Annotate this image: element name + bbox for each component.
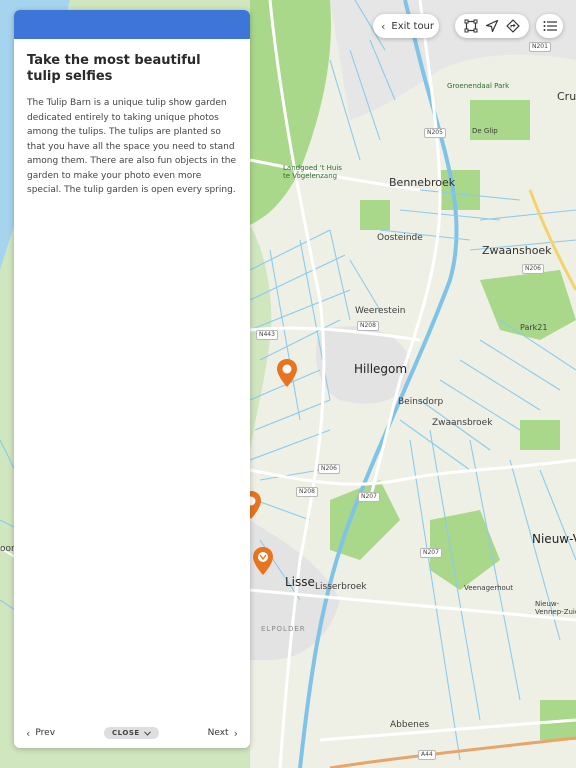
map-tools-group — [455, 14, 529, 38]
panel-header — [14, 10, 250, 39]
next-button[interactable]: Next › — [208, 727, 238, 740]
park-label: Park21 — [520, 323, 548, 332]
town-label-veenagerhout: Veenagerhout — [464, 584, 513, 592]
location-pin-icon[interactable] — [276, 358, 298, 388]
road-badge: N206 — [318, 464, 340, 474]
park-label-groenendaal: Groenendaal Park — [447, 82, 510, 90]
crop-frame-icon[interactable] — [464, 19, 478, 33]
road-badge: N205 — [424, 128, 446, 138]
road-badge: N207 — [420, 548, 442, 558]
town-label-lisserbroek: Lisserbroek — [315, 582, 367, 592]
navigate-arrow-icon[interactable] — [485, 19, 499, 33]
close-label: CLOSE — [112, 729, 140, 737]
road-badge: N207 — [358, 492, 380, 502]
road-badge: N201 — [529, 42, 551, 52]
next-label: Next — [207, 728, 229, 738]
town-label-zwaanshoek: Zwaanshoek — [482, 244, 552, 257]
prev-button[interactable]: ‹ Prev — [26, 727, 55, 740]
exit-tour-label: Exit tour — [391, 20, 435, 32]
town-label-vennep-zuid: Nieuw- Vennep-Zuid — [535, 600, 576, 617]
town-label-cruquius: Cruqu — [557, 90, 576, 103]
prev-label: Prev — [35, 728, 56, 738]
estate-label: Landgoed 't Huis te Vogelenzang — [283, 164, 342, 181]
chevron-left-icon: ‹ — [26, 726, 31, 740]
town-label-lisse: Lisse — [285, 575, 315, 589]
road-badge: N208 — [296, 487, 318, 497]
road-badge: N208 — [357, 321, 379, 331]
place-label-de-glip: De Glip — [472, 127, 498, 135]
close-button[interactable]: CLOSE — [104, 727, 159, 739]
town-label-nieuw-vennep: Nieuw-Ven — [532, 532, 576, 546]
town-label-abbenes: Abbenes — [390, 720, 430, 730]
town-label-beinsdorp: Beinsdorp — [398, 397, 444, 407]
polder-label: ELPOLDER — [261, 625, 306, 633]
road-badge: N443 — [256, 330, 278, 340]
panel-title: Take the most beautiful tulip selfies — [27, 53, 201, 84]
town-label-zwaansbroek: Zwaansbroek — [432, 418, 493, 428]
town-label-hillegom: Hillegom — [354, 362, 408, 376]
tour-info-panel: Take the most beautiful tulip selfies Th… — [14, 10, 250, 748]
list-button[interactable] — [536, 14, 563, 38]
chevron-left-icon: ‹ — [381, 19, 386, 33]
town-label-weerestein: Weerestein — [355, 306, 406, 316]
panel-footer: ‹ Prev CLOSE Next › — [14, 718, 250, 748]
town-label-oosteinde: Oosteinde — [377, 233, 423, 243]
list-icon — [543, 21, 557, 31]
chevron-right-icon: › — [233, 726, 238, 740]
tulip-pin-icon[interactable] — [252, 546, 274, 576]
panel-description: The Tulip Barn is a unique tulip show ga… — [27, 98, 237, 195]
road-badge: A44 — [418, 750, 436, 760]
exit-tour-button[interactable]: ‹ Exit tour — [373, 14, 439, 38]
road-badge: N206 — [522, 264, 544, 274]
directions-icon[interactable] — [505, 19, 520, 33]
chevron-down-icon — [143, 730, 151, 736]
town-label-bennebroek: Bennebroek — [389, 176, 456, 189]
